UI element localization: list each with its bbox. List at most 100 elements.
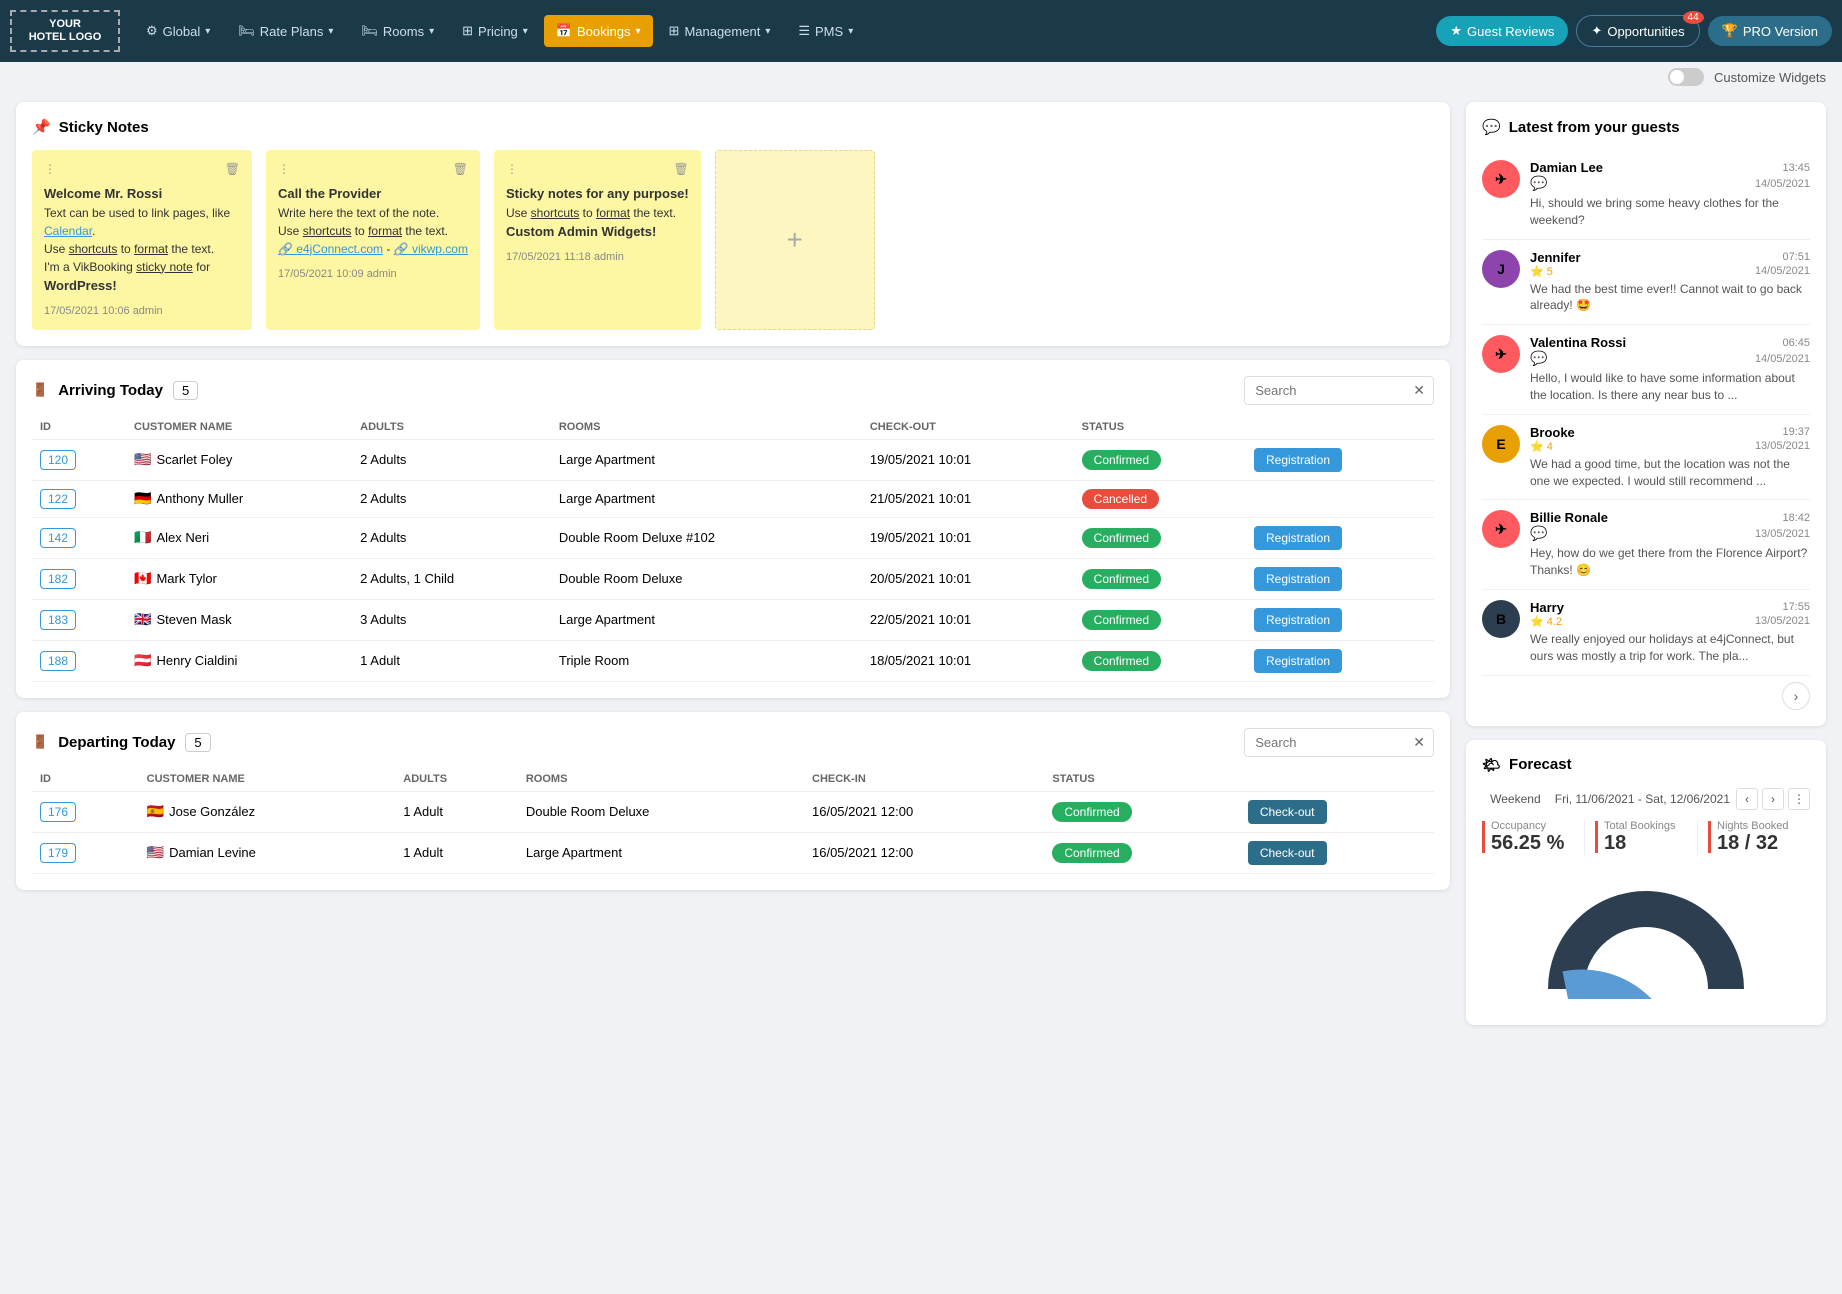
arriving-cell-status: Cancelled [1074,480,1246,517]
checkout-button[interactable]: Check-out [1248,800,1327,824]
departing-search-input[interactable] [1245,730,1405,755]
note-2-dots[interactable]: ⋮ [278,160,290,178]
booking-id-link[interactable]: 179 [40,843,76,863]
guest-avatar: ✈ [1482,160,1520,198]
pro-version-button[interactable]: 🏆 PRO Version [1708,16,1832,46]
note-3-delete[interactable]: 🗑 [674,160,689,178]
registration-button[interactable]: Registration [1254,567,1342,591]
arriving-cell-action: Registration [1246,599,1434,640]
departing-title: Departing Today [58,734,175,751]
nav-rate-plans[interactable]: 🛏 Rate Plans ▾ [226,15,345,47]
registration-button[interactable]: Registration [1254,649,1342,673]
guest-date: 13/05/2021 [1755,440,1810,452]
forecast-prev-button[interactable]: ‹ [1736,788,1758,810]
donut-chart [1546,879,1746,999]
arriving-cell-id: 142 [32,517,126,558]
occupancy-metric: Occupancy 56.25 % [1482,820,1585,855]
guest-chat-or-rating: 💬 [1530,350,1547,367]
arriving-cell-id: 120 [32,439,126,480]
note-2-delete[interactable]: 🗑 [453,160,468,178]
guest-item[interactable]: B Harry 17:55 ⭐ 4.2 13/05/2021 We really… [1482,590,1810,676]
booking-id-link[interactable]: 142 [40,528,76,548]
registration-button[interactable]: Registration [1254,448,1342,472]
note-1-dots[interactable]: ⋮ [44,160,56,178]
arriving-cell-checkout: 22/05/2021 10:01 [862,599,1074,640]
occupancy-value: 56.25 % [1491,832,1564,855]
customize-toggle[interactable] [1668,68,1704,86]
guest-item[interactable]: J Jennifer 07:51 ⭐ 5 14/05/2021 We had t… [1482,240,1810,326]
forecast-next-button[interactable]: › [1762,788,1784,810]
add-sticky-note-button[interactable]: + [715,150,875,330]
guest-item[interactable]: ✈ Damian Lee 13:45 💬 14/05/2021 Hi, shou… [1482,150,1810,240]
nav-rooms[interactable]: 🛏 Rooms ▾ [349,15,446,47]
arriving-cell-status: Confirmed [1074,558,1246,599]
guest-info: Valentina Rossi 06:45 💬 14/05/2021 Hello… [1530,335,1810,404]
sticky-note-1: ⋮ 🗑 Welcome Mr. Rossi Text can be used t… [32,150,252,330]
hotel-logo[interactable]: YOUR HOTEL LOGO [10,10,120,52]
note-2-link-vikwp[interactable]: 🔗 vikwp.com [394,242,468,256]
nav-pricing[interactable]: ⊞ Pricing ▾ [450,15,540,47]
guest-chat-or-rating: 💬 [1530,175,1547,192]
guest-avatar: J [1482,250,1520,288]
opportunities-button[interactable]: 44 ✦ Opportunities [1576,15,1699,47]
departing-search-clear[interactable]: ✕ [1405,729,1433,756]
arriving-title: Arriving Today [58,382,163,399]
booking-id-link[interactable]: 183 [40,610,76,630]
departing-cell-adults: 1 Adult [395,791,518,832]
departing-cell-id: 179 [32,832,139,873]
arriving-cell-action: Registration [1246,439,1434,480]
arriving-row: 188 🇦🇹Henry Cialdini 1 Adult Triple Room… [32,640,1434,681]
guest-reviews-button[interactable]: ★ Guest Reviews [1436,16,1568,46]
arriving-cell-action: Registration [1246,517,1434,558]
note-1-delete[interactable]: 🗑 [225,160,240,178]
guest-date: 14/05/2021 [1755,178,1810,190]
booking-id-link[interactable]: 122 [40,489,76,509]
guest-chat-or-rating: 💬 [1530,525,1547,542]
booking-id-link[interactable]: 176 [40,802,76,822]
chevron-down-icon: ▾ [765,26,770,37]
booking-id-link[interactable]: 188 [40,651,76,671]
sticky-note-3-actions: ⋮ 🗑 [506,160,689,178]
pms-icon: ☰ [798,23,810,39]
note-1-link-calendar[interactable]: Calendar [44,224,92,238]
booking-id-link[interactable]: 120 [40,450,76,470]
note-2-link-e4j[interactable]: 🔗 e4jConnect.com [278,242,383,256]
guest-rating: ⭐ 4.2 [1530,615,1562,628]
arriving-search-input[interactable] [1245,378,1405,403]
departing-col-checkin: CHECK-IN [804,767,1044,792]
navbar: YOUR HOTEL LOGO ⚙ Global ▾ 🛏 Rate Plans … [0,0,1842,62]
arriving-col-adults: ADULTS [352,415,551,440]
arriving-col-action [1246,415,1434,440]
arriving-cell-action: Registration [1246,640,1434,681]
guest-item[interactable]: E Brooke 19:37 ⭐ 4 13/05/2021 We had a g… [1482,415,1810,501]
checkout-button[interactable]: Check-out [1248,841,1327,865]
guest-more-button[interactable]: › [1782,682,1810,710]
forecast-nav: ‹ › ⋮ [1736,788,1810,810]
nav-management[interactable]: ⊞ Management ▾ [657,15,783,47]
arriving-cell-rooms: Large Apartment [551,480,862,517]
arriving-search-clear[interactable]: ✕ [1405,377,1433,404]
guest-message: We had the best time ever!! Cannot wait … [1530,281,1810,315]
arriving-cell-adults: 2 Adults [352,480,551,517]
arriving-col-rooms: ROOMS [551,415,862,440]
departing-col-action [1240,767,1434,792]
registration-button[interactable]: Registration [1254,526,1342,550]
nav-pms[interactable]: ☰ PMS ▾ [786,15,865,47]
rooms-icon: 🛏 [361,23,378,39]
nav-global[interactable]: ⚙ Global ▾ [134,15,222,47]
nav-bookings[interactable]: 📅 Bookings ▾ [544,15,653,47]
forecast-menu-button[interactable]: ⋮ [1788,788,1810,810]
booking-id-link[interactable]: 182 [40,569,76,589]
customize-label[interactable]: Customize Widgets [1714,70,1826,85]
arriving-row: 142 🇮🇹Alex Neri 2 Adults Double Room Del… [32,517,1434,558]
sticky-notes-card: 📌 Sticky Notes ⋮ 🗑 Welcome Mr. Rossi Tex… [16,102,1450,346]
arriving-table: ID CUSTOMER NAME ADULTS ROOMS CHECK-OUT … [32,415,1434,682]
arriving-col-id: ID [32,415,126,440]
note-3-title: Sticky notes for any purpose! [506,186,689,201]
registration-button[interactable]: Registration [1254,608,1342,632]
note-3-dots[interactable]: ⋮ [506,160,518,178]
departing-count: 5 [185,733,210,752]
guest-item[interactable]: ✈ Valentina Rossi 06:45 💬 14/05/2021 Hel… [1482,325,1810,415]
guest-item[interactable]: ✈ Billie Ronale 18:42 💬 13/05/2021 Hey, … [1482,500,1810,590]
arriving-cell-adults: 2 Adults [352,439,551,480]
